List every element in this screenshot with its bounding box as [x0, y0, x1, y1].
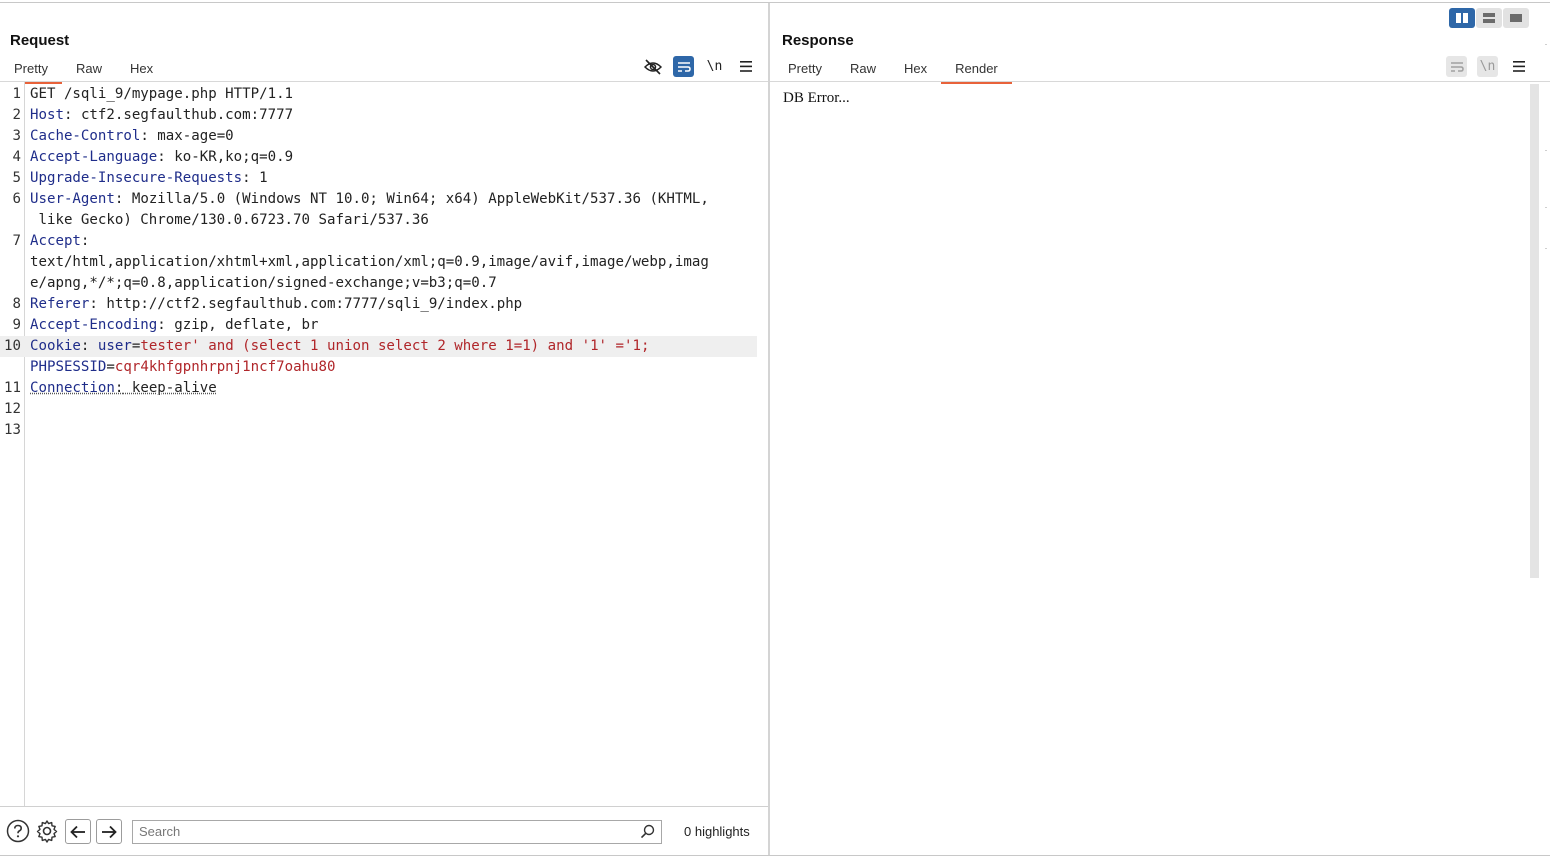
previous-match-button[interactable] — [65, 819, 91, 844]
request-pane: Request Pretty Raw Hex \n 1 GET /sqli_9/… — [0, 0, 768, 856]
header-name: Accept-Encoding — [30, 317, 158, 333]
search-bar-divider — [0, 806, 768, 807]
editor-line: 11 Connection: keep-alive — [0, 378, 760, 399]
line-number: 7 — [12, 233, 22, 249]
editor-line: 13 — [0, 420, 760, 441]
header-name: Cookie — [30, 338, 81, 354]
line-number: 4 — [12, 149, 22, 165]
request-line: GET /sqli_9/mypage.php HTTP/1.1 — [30, 86, 294, 102]
header-value: max-age=0 — [148, 128, 234, 144]
cookie-name: user — [97, 338, 132, 354]
eye-slash-icon[interactable] — [642, 56, 663, 77]
editor-line-current: 10 Cookie: user=tester' and (select 1 un… — [0, 336, 757, 357]
editor-line: 6 User-Agent: Mozilla/5.0 (Windows NT 10… — [0, 189, 760, 210]
header-value: keep-alive — [123, 380, 217, 396]
request-toolbar: \n — [642, 56, 756, 77]
line-number: 9 — [12, 317, 22, 333]
vertical-scrollbar[interactable] — [1530, 84, 1539, 578]
line-number: 13 — [4, 422, 21, 438]
header-name: Accept-Language — [30, 149, 158, 165]
newline-toggle[interactable]: \n — [704, 56, 725, 77]
help-icon[interactable] — [5, 818, 31, 844]
gear-icon[interactable] — [34, 818, 60, 844]
line-number: 3 — [12, 128, 22, 144]
tab-pretty[interactable]: Pretty — [0, 58, 62, 84]
line-number: 10 — [4, 338, 21, 354]
arrow-left-icon — [70, 825, 85, 838]
header-value: Mozilla/5.0 (Windows NT 10.0; Win64; x64… — [123, 191, 709, 207]
response-title: Response — [782, 32, 854, 49]
editor-line: 5 Upgrade-Insecure-Requests: 1 — [0, 168, 760, 189]
header-name: Connection — [30, 380, 115, 396]
editor-line-continuation: text/html,application/xhtml+xml,applicat… — [0, 252, 760, 273]
search-box — [132, 820, 662, 844]
header-value: e/apng,*/*;q=0.8,application/signed-exch… — [30, 275, 497, 291]
line-number: 6 — [12, 191, 22, 207]
header-value: ko-KR,ko;q=0.9 — [165, 149, 294, 165]
request-title: Request — [10, 32, 70, 49]
tab-hex[interactable]: Hex — [890, 58, 941, 82]
next-match-button[interactable] — [96, 819, 122, 844]
line-number: 2 — [12, 107, 22, 123]
tabs-divider — [770, 81, 1550, 82]
hamburger-menu-icon[interactable] — [735, 56, 756, 77]
editor-line-continuation: e/apng,*/*;q=0.8,application/signed-exch… — [0, 273, 760, 294]
header-value: 1 — [250, 170, 268, 186]
tab-pretty[interactable]: Pretty — [774, 58, 836, 82]
rendered-response: DB Error... — [783, 90, 850, 106]
cookie-name: PHPSESSID — [30, 359, 107, 375]
line-number: 1 — [12, 86, 22, 102]
header-name: Upgrade-Insecure-Requests — [30, 170, 243, 186]
cookie-value: tester' and (select 1 union select 2 whe… — [140, 338, 650, 354]
editor-line: 3 Cache-Control: max-age=0 — [0, 126, 760, 147]
search-input[interactable] — [133, 821, 629, 841]
editor-line-continuation: PHPSESSID=cqr4khfgpnhrpnj1ncf7oahu80 — [30, 359, 336, 375]
tab-hex[interactable]: Hex — [116, 58, 167, 82]
editor-line: 7 Accept: — [0, 231, 760, 252]
arrow-right-icon — [102, 825, 117, 838]
header-name: Cache-Control — [30, 128, 141, 144]
tab-render[interactable]: Render — [941, 58, 1012, 84]
header-name: User-Agent — [30, 191, 115, 207]
header-name: Accept — [30, 233, 81, 249]
line-number: 5 — [12, 170, 22, 186]
word-wrap-icon[interactable] — [673, 56, 694, 77]
header-name: Host — [30, 107, 64, 123]
request-tabs: Pretty Raw Hex — [0, 58, 167, 84]
tab-raw[interactable]: Raw — [836, 58, 890, 82]
response-toolbar: \n — [1446, 56, 1529, 77]
tab-raw[interactable]: Raw — [62, 58, 116, 82]
cookie-value: cqr4khfgpnhrpnj1ncf7oahu80 — [114, 359, 336, 375]
editor-line: 1 GET /sqli_9/mypage.php HTTP/1.1 — [0, 84, 760, 105]
editor-line: 2 Host: ctf2.segfaulthub.com:7777 — [0, 105, 760, 126]
bottom-border — [0, 855, 1550, 856]
line-number: 8 — [12, 296, 22, 312]
word-wrap-icon[interactable] — [1446, 56, 1467, 77]
header-value: gzip, deflate, br — [165, 317, 319, 333]
response-tabs: Pretty Raw Hex Render — [774, 58, 1012, 84]
highlights-count: 0 highlights — [684, 824, 750, 839]
header-name: Referer — [30, 296, 90, 312]
editor-line: 12 — [0, 399, 760, 420]
response-pane: Response Pretty Raw Hex Render \n DB Err… — [770, 0, 1550, 856]
editor-line: 9 Accept-Encoding: gzip, deflate, br — [0, 315, 760, 336]
header-value: ctf2.segfaulthub.com:7777 — [72, 107, 294, 123]
tabs-divider — [0, 81, 768, 82]
header-value: like Gecko) Chrome/130.0.6723.70 Safari/… — [30, 212, 429, 228]
line-number: 11 — [4, 380, 21, 396]
editor-line: 4 Accept-Language: ko-KR,ko;q=0.9 — [0, 147, 760, 168]
line-number: 12 — [4, 401, 21, 417]
hamburger-menu-icon[interactable] — [1508, 56, 1529, 77]
search-icon[interactable] — [640, 824, 655, 839]
newline-toggle[interactable]: \n — [1477, 56, 1498, 77]
header-value: text/html,application/xhtml+xml,applicat… — [30, 254, 709, 270]
header-value: http://ctf2.segfaulthub.com:7777/sqli_9/… — [97, 296, 523, 312]
editor-line-continuation: like Gecko) Chrome/130.0.6723.70 Safari/… — [0, 210, 760, 231]
request-editor[interactable]: 1 GET /sqli_9/mypage.php HTTP/1.1 2 Host… — [0, 84, 760, 441]
editor-line: 8 Referer: http://ctf2.segfaulthub.com:7… — [0, 294, 760, 315]
